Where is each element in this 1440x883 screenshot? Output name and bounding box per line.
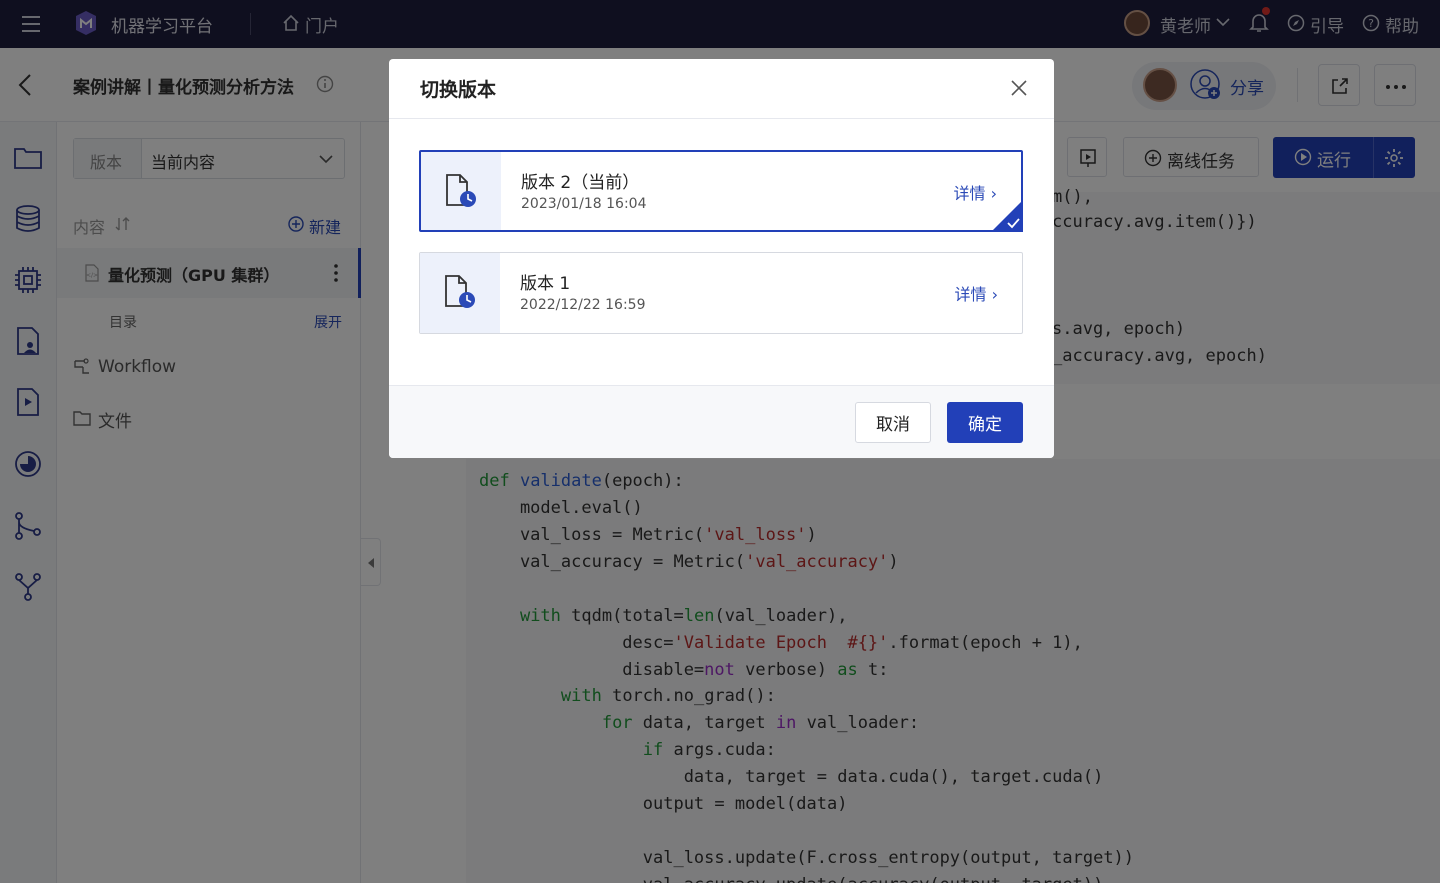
version-icon-bg [420, 253, 500, 333]
version-date: 2023/01/18 16:04 [521, 196, 647, 212]
version-name: 版本 1 [520, 274, 571, 294]
divider [389, 118, 1054, 119]
confirm-button[interactable]: 确定 [947, 402, 1023, 443]
dialog-footer: 取消 确定 [389, 385, 1054, 458]
document-clock-icon [446, 174, 476, 207]
selected-check-icon [991, 200, 1023, 232]
switch-version-dialog: 切换版本 版本 2（当前） 2023/01/18 16:04 详情 › 版本 1… [389, 59, 1054, 458]
version-icon-bg [421, 152, 501, 230]
cancel-button[interactable]: 取消 [855, 402, 931, 443]
dialog-title: 切换版本 [420, 79, 497, 101]
close-icon[interactable] [1010, 79, 1028, 97]
version-detail-link[interactable]: 详情 › [955, 281, 999, 305]
version-card-1[interactable]: 版本 1 2022/12/22 16:59 详情 › [419, 252, 1023, 334]
version-card-2[interactable]: 版本 2（当前） 2023/01/18 16:04 详情 › [419, 150, 1023, 232]
version-name: 版本 2（当前） [521, 173, 640, 193]
document-clock-icon [445, 275, 475, 308]
version-date: 2022/12/22 16:59 [520, 297, 646, 313]
